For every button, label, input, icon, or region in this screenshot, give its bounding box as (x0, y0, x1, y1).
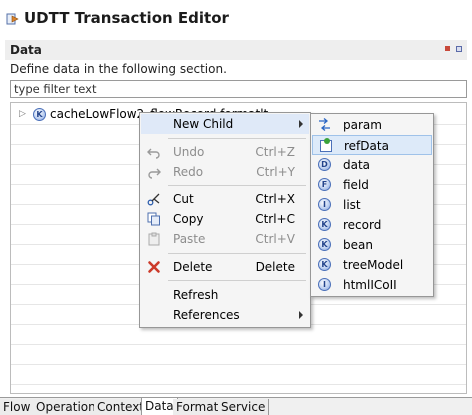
submenu-item-label: record (343, 218, 382, 232)
submenu-item-field[interactable]: F field (312, 175, 432, 195)
menu-item-shortcut: Delete (255, 260, 295, 274)
d-icon: D (318, 158, 331, 171)
menu-item-label: Delete (173, 260, 213, 274)
menu-separator (168, 138, 306, 139)
menu-item-label: References (173, 308, 240, 322)
menu-item-label: Paste (173, 232, 206, 246)
menu-item-undo[interactable]: Undo Ctrl+Z (141, 142, 309, 162)
menu-separator (168, 280, 306, 281)
refdata-icon (319, 137, 332, 152)
data-section-header: Data (5, 40, 467, 60)
submenu-item-label: field (343, 178, 369, 192)
menu-item-label: Copy (173, 212, 204, 226)
tree-row-divider (11, 344, 466, 345)
submenu-item-refdata[interactable]: refData (312, 135, 432, 155)
i-icon: I (318, 198, 331, 211)
submenu-item-label: bean (343, 238, 373, 252)
tree-expand-icon[interactable]: ▷ (19, 109, 29, 119)
menu-item-references[interactable]: References (141, 305, 309, 325)
tab-flow[interactable]: Flow (0, 399, 35, 415)
k-icon: K (318, 238, 331, 251)
i-icon: I (318, 278, 331, 291)
new-child-submenu: param refData D data F field I list K re… (310, 113, 434, 297)
context-menu: New Child Undo Ctrl+Z Redo Ctrl+Y Cut Ct… (139, 112, 311, 328)
k-icon: K (318, 258, 331, 271)
delete-icon (147, 260, 161, 274)
k-icon: K (33, 107, 46, 121)
d-icon: D (318, 158, 331, 171)
editor-tab-bar: Flow Operation Context Data Format Servi… (0, 397, 472, 415)
menu-item-label: Refresh (173, 288, 219, 302)
k-icon: K (318, 258, 331, 271)
k-icon: K (318, 218, 331, 231)
submenu-item-htmlicoll[interactable]: I htmlICoII (312, 275, 432, 295)
submenu-item-label: list (343, 198, 361, 212)
paste-icon (147, 232, 161, 246)
menu-item-shortcut: Ctrl+Y (256, 165, 295, 179)
param-icon (318, 118, 331, 131)
menu-item-label: New Child (173, 117, 234, 131)
tab-operation[interactable]: Operation (33, 399, 100, 415)
editor-title-bar: UDTT Transaction Editor (0, 0, 472, 38)
submenu-item-data[interactable]: D data (312, 155, 432, 175)
undo-icon (147, 145, 161, 159)
menu-item-copy[interactable]: Copy Ctrl+C (141, 209, 309, 229)
menu-item-label: Cut (173, 192, 194, 206)
menu-item-shortcut: Ctrl+C (255, 212, 295, 226)
menu-separator (168, 185, 306, 186)
i-icon: I (318, 198, 331, 211)
submenu-arrow-icon (299, 311, 303, 319)
submenu-arrow-icon (299, 120, 303, 128)
menu-separator (168, 253, 306, 254)
filter-input[interactable] (10, 80, 467, 98)
menu-item-shortcut: Ctrl+V (255, 232, 295, 246)
submenu-item-label: treeModel (343, 258, 404, 272)
submenu-item-record[interactable]: K record (312, 215, 432, 235)
submenu-item-bean[interactable]: K bean (312, 235, 432, 255)
tab-context[interactable]: Context (94, 399, 149, 415)
menu-item-delete[interactable]: Delete Delete (141, 257, 309, 277)
menu-item-new-child[interactable]: New Child (141, 114, 309, 134)
submenu-item-treemodel[interactable]: K treeModel (312, 255, 432, 275)
submenu-item-param[interactable]: param (312, 115, 432, 135)
menu-item-redo[interactable]: Redo Ctrl+Y (141, 162, 309, 182)
submenu-item-label: data (343, 158, 371, 172)
submenu-item-list[interactable]: I list (312, 195, 432, 215)
menu-item-shortcut: Ctrl+X (255, 192, 295, 206)
copy-icon (147, 212, 161, 226)
k-icon: K (318, 238, 331, 251)
maximize-section-icon[interactable] (456, 46, 462, 52)
f-icon: F (318, 178, 331, 191)
submenu-item-label: htmlICoII (343, 278, 397, 292)
menu-item-cut[interactable]: Cut Ctrl+X (141, 189, 309, 209)
submenu-item-label: refData (344, 139, 389, 153)
cut-icon (147, 192, 161, 206)
tree-row-divider (11, 384, 466, 385)
menu-item-shortcut: Ctrl+Z (255, 145, 295, 159)
minimize-section-icon[interactable] (445, 46, 450, 51)
tab-service[interactable]: Service (218, 399, 270, 415)
i-icon: I (318, 278, 331, 291)
section-description: Define data in the following section. (10, 62, 227, 76)
k-icon: K (318, 218, 331, 231)
menu-item-paste[interactable]: Paste Ctrl+V (141, 229, 309, 249)
section-title: Data (10, 43, 42, 57)
submenu-item-label: param (343, 118, 382, 132)
redo-icon (147, 165, 161, 179)
menu-item-label: Redo (173, 165, 204, 179)
editor-title: UDTT Transaction Editor (24, 9, 229, 27)
menu-item-label: Undo (173, 145, 205, 159)
tree-row-divider (11, 364, 466, 365)
f-icon: F (318, 178, 331, 191)
menu-item-refresh[interactable]: Refresh (141, 285, 309, 305)
transaction-editor-icon (6, 13, 19, 25)
tab-format[interactable]: Format (173, 399, 223, 415)
